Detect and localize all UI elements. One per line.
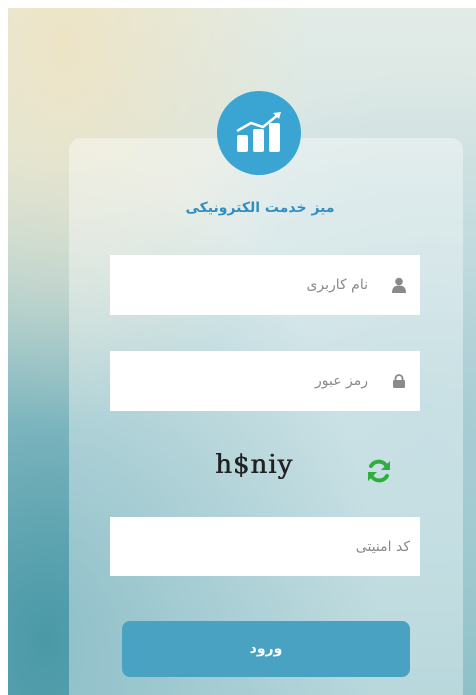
username-input[interactable]	[118, 265, 378, 305]
user-icon	[378, 277, 420, 293]
captcha-image: h$niy	[215, 450, 294, 480]
app-title: میز خدمت الکترونیکی	[185, 200, 335, 216]
app-logo	[217, 91, 301, 175]
captcha-input[interactable]	[110, 526, 420, 567]
username-field[interactable]	[110, 255, 420, 315]
login-button[interactable]: ورود	[122, 621, 410, 677]
captcha-field[interactable]	[110, 517, 420, 576]
refresh-icon[interactable]	[366, 458, 392, 484]
lock-icon	[378, 374, 420, 388]
password-input[interactable]	[118, 361, 378, 401]
password-field[interactable]	[110, 351, 420, 411]
growth-chart-icon	[236, 112, 281, 152]
login-card	[69, 138, 463, 695]
